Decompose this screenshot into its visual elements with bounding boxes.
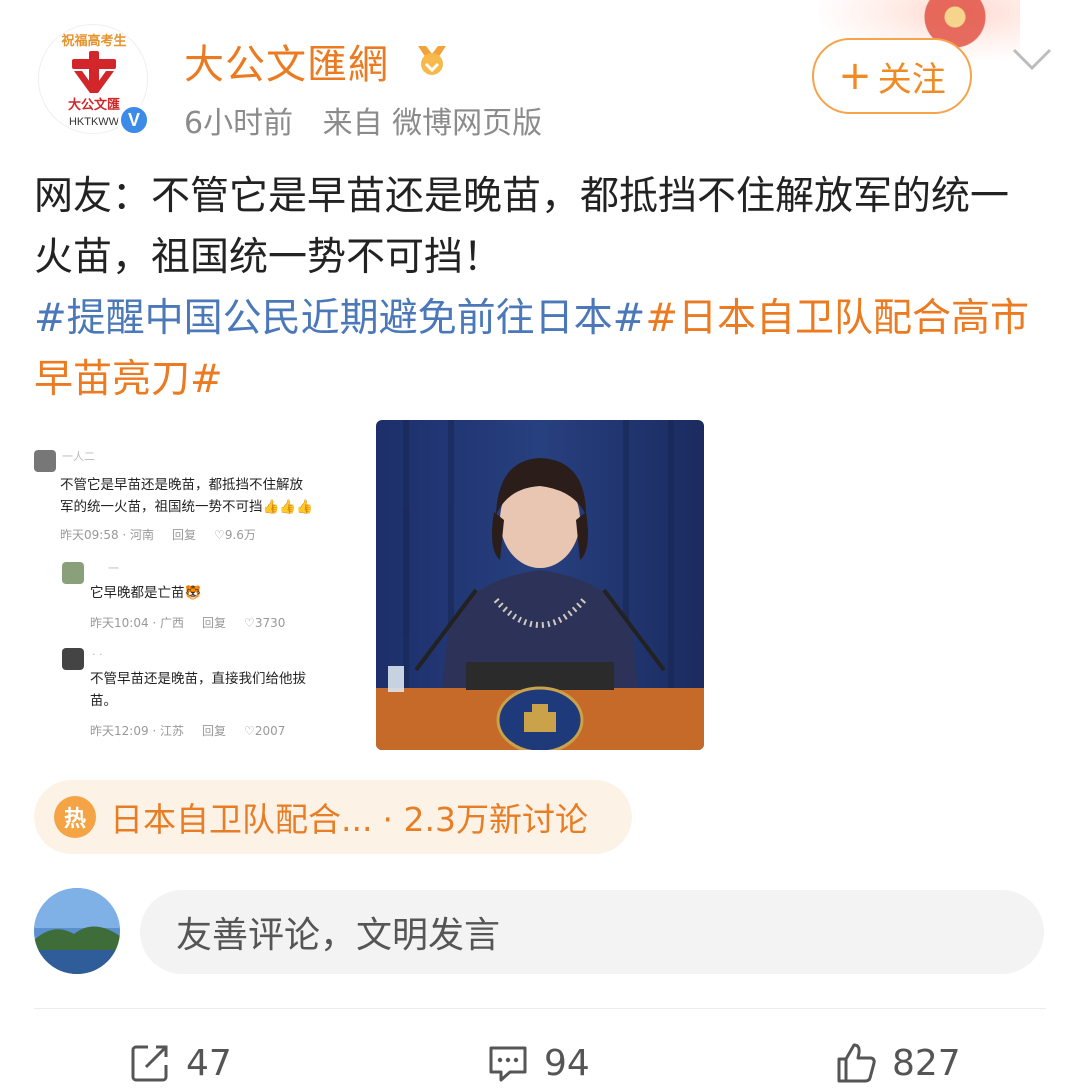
repost-button[interactable]: 47 (128, 1036, 232, 1090)
hot-topic-title: 日本自卫队配合... (110, 800, 373, 839)
svg-text:HKTKWW: HKTKWW (69, 116, 120, 128)
comment-icon (489, 1046, 527, 1082)
divider (34, 1008, 1046, 1009)
chevron-down-icon[interactable] (1010, 44, 1054, 74)
repost-count: 47 (186, 1042, 232, 1084)
follow-button[interactable]: + 关注 (812, 38, 972, 114)
verified-badge-icon: V (118, 104, 150, 136)
svg-text:祝福高考生: 祝福高考生 (61, 33, 126, 49)
comment-text: 它早晚都是亡苗🐯 (90, 585, 202, 601)
comment-avatar (34, 450, 56, 472)
press-conference-photo (376, 420, 704, 750)
account-name[interactable]: 大公文匯網 (184, 32, 389, 90)
post-time: 6小时前 (184, 106, 294, 141)
comments-screenshot: 一人二 不管它是早苗还是晚苗，都抵挡不住解放 军的统一火苗，祖国统一势不可挡👍👍… (22, 420, 372, 750)
like-count: 827 (892, 1042, 961, 1084)
svg-text:大公文匯: 大公文匯 (68, 97, 120, 113)
comment-avatar (62, 648, 84, 670)
repost-icon (131, 1045, 168, 1082)
post-header: 祝福高考生 大公文匯 HKTKWW V 大公文匯網 6小时前 来自 微博网页版 … (0, 0, 1080, 150)
thumbs-up-icon (837, 1043, 876, 1083)
comment-button[interactable]: 94 (486, 1036, 590, 1090)
post-body-text: 网友：不管它是早苗还是晚苗，都抵挡不住解放军的统一火苗，祖国统一势不可挡！ (34, 174, 1010, 280)
topic-link-travel-warning[interactable]: #提醒中国公民近期避免前往日本# (34, 296, 645, 341)
comment-meta: 昨天09:58 · 河南 回复 ♡9.6万 (60, 528, 256, 542)
medal-badge-icon (418, 46, 446, 75)
hot-flame-icon: 热 (54, 796, 96, 838)
comment-text: 不管早苗还是晚苗，直接我们给他拔 苗。 (90, 671, 306, 709)
post-meta: 6小时前 来自 微博网页版 (184, 98, 562, 142)
post-source: 来自 微博网页版 (322, 106, 543, 141)
comment-author: 一人二 (62, 450, 95, 463)
hot-topic-count: · 2.3万新讨论 (382, 800, 588, 839)
comment-meta: 昨天12:09 · 江苏 回复 ♡2007 (90, 724, 286, 738)
current-user-avatar[interactable] (34, 888, 120, 974)
comment-meta: 昨天10:04 · 广西 回复 ♡3730 (90, 616, 286, 630)
comment-avatar (62, 562, 84, 584)
like-button[interactable]: 827 (834, 1036, 961, 1090)
comment-author: 一 (108, 562, 119, 575)
comment-text: 不管它是早苗还是晚苗，都抵挡不住解放 军的统一火苗，祖国统一势不可挡👍👍👍 (60, 477, 313, 515)
comment-input[interactable]: 友善评论，文明发言 (140, 890, 1044, 974)
comment-count: 94 (544, 1042, 590, 1084)
post-content: 网友：不管它是早苗还是晚苗，都抵挡不住解放军的统一火苗，祖国统一势不可挡！ #提… (34, 166, 1044, 410)
hot-topic-pill[interactable]: 热 日本自卫队配合... · 2.3万新讨论 (34, 780, 632, 854)
follow-label: 关注 (877, 59, 946, 100)
post-image[interactable]: 一人二 不管它是早苗还是晚苗，都抵挡不住解放 军的统一火苗，祖国统一势不可挡👍👍… (22, 420, 704, 750)
plus-icon: + (838, 53, 872, 99)
comment-author: · · (92, 648, 103, 661)
